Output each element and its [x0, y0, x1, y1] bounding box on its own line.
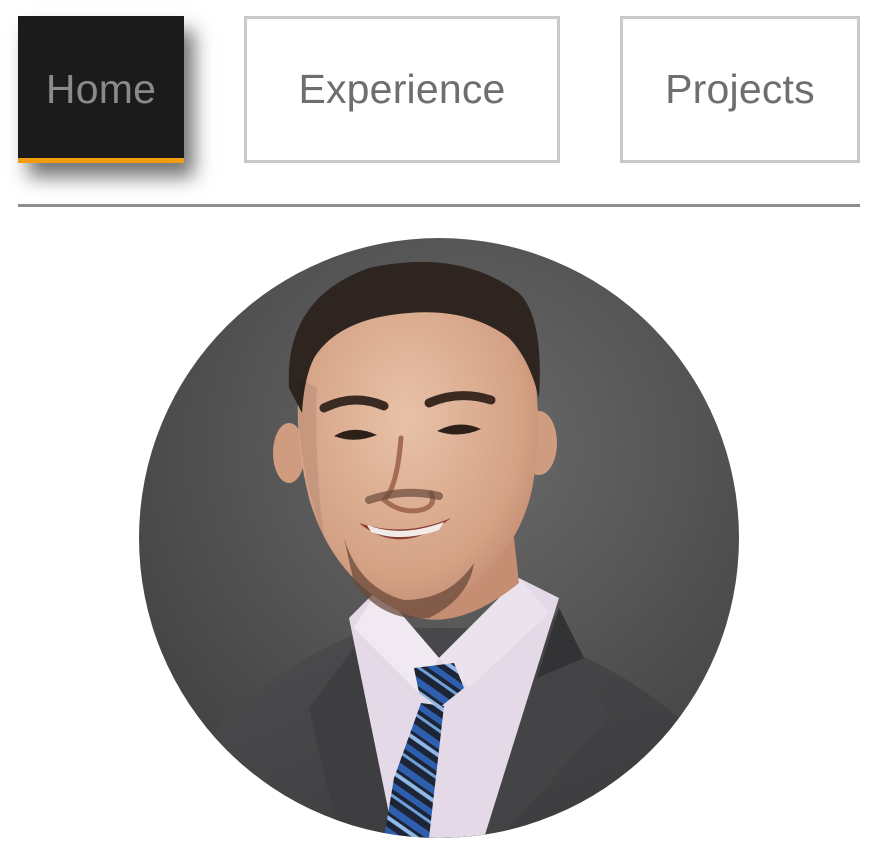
nav-home-label: Home: [45, 66, 157, 112]
profile-photo: [139, 238, 739, 838]
nav-projects-label: Projects: [665, 66, 815, 112]
nav-divider: [18, 204, 860, 207]
nav-home-button[interactable]: Home: [18, 16, 184, 163]
nav-experience-label: Experience: [298, 66, 506, 112]
top-navigation: Home Experience Projects: [0, 0, 878, 210]
nav-experience-button[interactable]: Experience: [244, 16, 560, 163]
nav-projects-button[interactable]: Projects: [620, 16, 860, 163]
